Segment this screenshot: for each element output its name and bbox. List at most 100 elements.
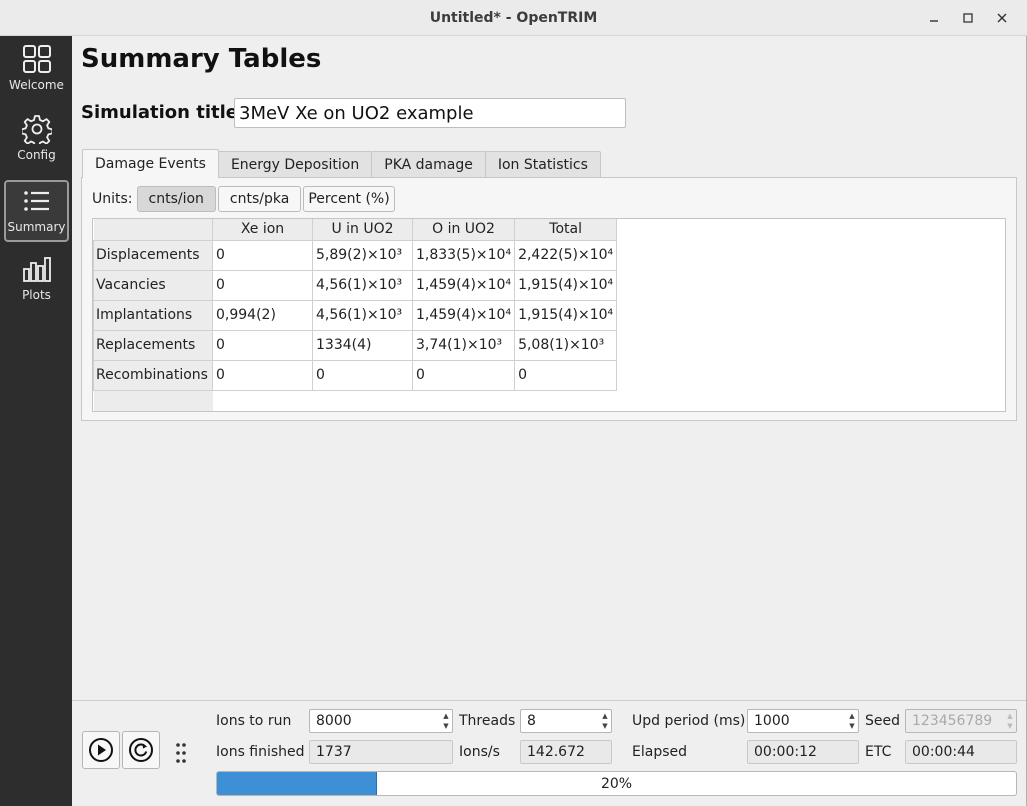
sidebar-item-summary[interactable]: Summary — [4, 180, 69, 242]
table-cell-empty — [312, 390, 413, 411]
sidebar: Welcome Config Summary Plots — [0, 36, 72, 806]
table-cell[interactable]: 1,459(4)×10⁴ — [411, 269, 516, 301]
table-cell[interactable]: 1334(4) — [312, 329, 413, 361]
table-cell[interactable]: 0,994(2) — [212, 299, 313, 331]
table-row: Displacements 0 5,89(2)×10³ 1,833(5)×10⁴… — [93, 239, 618, 271]
drag-handle-icon[interactable] — [175, 741, 187, 765]
row-header[interactable]: Implantations — [93, 299, 213, 331]
table-cell[interactable]: 1,915(4)×10⁴ — [514, 299, 618, 331]
table-cell[interactable]: 1,833(5)×10⁴ — [411, 239, 516, 271]
row-header[interactable]: Recombinations — [93, 359, 213, 391]
seed-label: Seed — [865, 713, 900, 729]
tab-energy-deposition[interactable]: Energy Deposition — [217, 151, 373, 178]
elapsed-label: Elapsed — [632, 744, 687, 760]
seed-spinbox: 123456789 ▲ ▼ — [905, 709, 1017, 733]
row-header[interactable]: Replacements — [93, 329, 213, 361]
bar-chart-icon — [22, 257, 51, 282]
table-row: Vacancies 0 4,56(1)×10³ 1,459(4)×10⁴ 1,9… — [93, 269, 618, 301]
maximize-button[interactable] — [951, 4, 985, 32]
sidebar-item-plots[interactable]: Plots — [4, 250, 69, 312]
table-cell[interactable]: 0 — [212, 329, 313, 361]
ions-per-s-value: 142.672 — [527, 744, 585, 760]
ions-to-run-label: Ions to run — [216, 713, 292, 729]
units-selector: Units: cnts/ion cnts/pka Percent (%) — [92, 186, 397, 212]
column-header[interactable]: O in UO2 — [412, 219, 516, 240]
main-panel: Summary Tables Simulation title: Damage … — [72, 36, 1027, 700]
etc-field: 00:00:44 — [905, 740, 1017, 764]
spin-arrows-icon[interactable]: ▲ ▼ — [599, 710, 611, 732]
sidebar-item-label: Welcome — [9, 78, 64, 92]
table-cell-empty — [212, 390, 313, 411]
minimize-button[interactable] — [917, 4, 951, 32]
unit-cnts-pka-button[interactable]: cnts/pka — [217, 186, 302, 212]
unit-cnts-ion-button[interactable]: cnts/ion — [136, 186, 216, 212]
etc-label: ETC — [865, 744, 892, 760]
table-cell[interactable]: 5,89(2)×10³ — [312, 239, 413, 271]
reset-icon — [129, 738, 153, 762]
ions-to-run-value: 8000 — [316, 713, 352, 729]
sim-title-label: Simulation title: — [81, 102, 246, 123]
list-icon — [23, 191, 49, 211]
table-cell[interactable]: 5,08(1)×10³ — [514, 329, 618, 361]
reset-button[interactable] — [122, 731, 160, 769]
table-cell[interactable]: 0 — [312, 359, 413, 391]
table-row: Replacements 0 1334(4) 3,74(1)×10³ 5,08(… — [93, 329, 618, 361]
spin-arrows-icon[interactable]: ▲ ▼ — [440, 710, 452, 732]
table-cell[interactable]: 0 — [212, 359, 313, 391]
table-cell[interactable]: 3,74(1)×10³ — [411, 329, 516, 361]
sidebar-item-label: Config — [17, 148, 56, 162]
gear-icon — [21, 115, 52, 144]
page-title: Summary Tables — [81, 44, 322, 74]
tab-pka-damage[interactable]: PKA damage — [371, 151, 486, 178]
upd-period-spinbox[interactable]: 1000 ▲ ▼ — [747, 709, 859, 733]
tab-ion-statistics[interactable]: Ion Statistics — [484, 151, 601, 178]
sidebar-item-welcome[interactable]: Welcome — [4, 40, 69, 102]
maximize-icon — [963, 13, 973, 23]
elapsed-field: 00:00:12 — [747, 740, 859, 764]
damage-events-table: Xe ion U in UO2 O in UO2 Total Displacem… — [92, 218, 1006, 412]
sim-title-input[interactable] — [234, 98, 626, 128]
table-cell[interactable]: 2,422(5)×10⁴ — [514, 239, 618, 271]
ions-per-s-field: 142.672 — [520, 740, 612, 764]
run-button[interactable] — [82, 731, 120, 769]
progress-text: 20% — [600, 775, 633, 792]
sidebar-item-config[interactable]: Config — [4, 110, 69, 172]
sidebar-item-label: Plots — [22, 288, 51, 302]
upd-period-value: 1000 — [754, 713, 790, 729]
tab-bar: Damage Events Energy Deposition PKA dama… — [82, 149, 601, 178]
unit-percent-button[interactable]: Percent (%) — [303, 186, 395, 212]
threads-value: 8 — [527, 713, 536, 729]
sidebar-item-label: Summary — [7, 220, 66, 234]
table-row: Implantations 0,994(2) 4,56(1)×10³ 1,459… — [93, 299, 618, 331]
table-filler-row — [93, 390, 617, 411]
ions-finished-label: Ions finished — [216, 744, 305, 760]
threads-label: Threads — [459, 713, 516, 729]
table-cell[interactable]: 1,915(4)×10⁴ — [514, 269, 618, 301]
row-header[interactable]: Vacancies — [93, 269, 213, 301]
table-cell[interactable]: 0 — [212, 239, 313, 271]
table-cell[interactable]: 1,459(4)×10⁴ — [411, 299, 516, 331]
table-cell[interactable]: 0 — [411, 359, 516, 391]
seed-value: 123456789 — [912, 713, 993, 729]
threads-spinbox[interactable]: 8 ▲ ▼ — [520, 709, 612, 733]
table-header-row: Xe ion U in UO2 O in UO2 Total — [93, 219, 618, 240]
upd-period-label: Upd period (ms) — [632, 713, 746, 729]
table-cell[interactable]: 0 — [514, 359, 618, 391]
ions-finished-value: 1737 — [316, 744, 352, 760]
table-cell[interactable]: 4,56(1)×10³ — [312, 299, 413, 331]
ions-to-run-spinbox[interactable]: 8000 ▲ ▼ — [309, 709, 453, 733]
window-title: Untitled* - OpenTRIM — [429, 9, 598, 26]
etc-value: 00:00:44 — [912, 744, 975, 760]
close-button[interactable] — [985, 4, 1019, 32]
elapsed-value: 00:00:12 — [754, 744, 817, 760]
column-header[interactable]: U in UO2 — [312, 219, 413, 240]
row-header[interactable]: Displacements — [93, 239, 213, 271]
ions-finished-field: 1737 — [309, 740, 453, 764]
tab-panel-damage-events: Units: cnts/ion cnts/pka Percent (%) Xe … — [81, 177, 1017, 421]
column-header[interactable]: Xe ion — [212, 219, 313, 240]
table-cell[interactable]: 0 — [212, 269, 313, 301]
tab-damage-events[interactable]: Damage Events — [82, 149, 219, 178]
column-header[interactable]: Total — [514, 219, 618, 240]
table-cell[interactable]: 4,56(1)×10³ — [312, 269, 413, 301]
spin-arrows-icon[interactable]: ▲ ▼ — [846, 710, 858, 732]
